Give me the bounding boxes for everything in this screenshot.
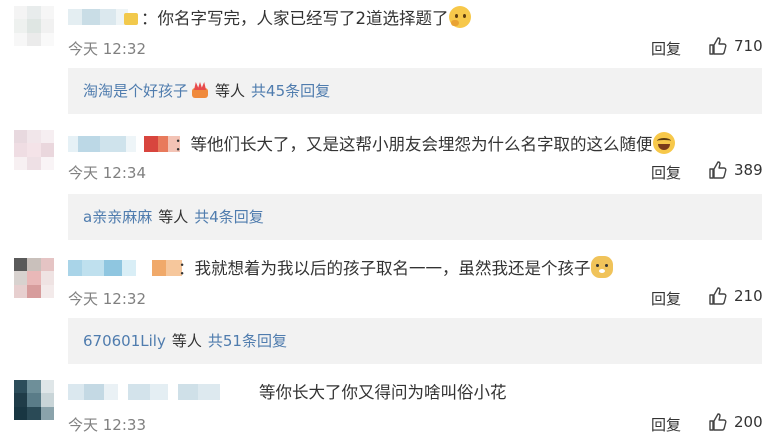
thumbs-up-icon: [709, 287, 727, 305]
comment-text: ：等他们长大了，又是这帮小朋友会埋怨为什么名字取的这么随便: [174, 132, 675, 156]
reply-preview[interactable]: 670601Lily 等人 共51条回复: [68, 318, 762, 364]
like-button[interactable]: 210: [708, 286, 763, 306]
reply-user-link[interactable]: 670601Lily: [83, 332, 166, 350]
like-button[interactable]: 710: [708, 36, 763, 56]
member-badge-icon: [124, 13, 138, 25]
comment: 等你长大了你又得问为啥叫俗小花 今天 12:33 回复 200: [0, 374, 780, 442]
thumbs-up-icon: [709, 161, 727, 179]
like-button[interactable]: 200: [708, 412, 763, 432]
comment-text: ：我就想着为我以后的孩子取名一一，虽然我还是个孩子: [178, 256, 613, 280]
reply-user-link[interactable]: a亲亲麻麻: [83, 208, 152, 226]
like-button[interactable]: 389: [708, 160, 763, 180]
username-blurred[interactable]: [68, 260, 182, 276]
comment-time: 今天 12:32: [68, 40, 146, 58]
comment-text: ：你名字写完，人家已经写了2道选择题了: [124, 6, 471, 30]
reply-preview[interactable]: a亲亲麻麻 等人 共4条回复: [68, 194, 762, 240]
like-count: 210: [734, 287, 763, 305]
thumbs-up-icon: [709, 413, 727, 431]
like-count: 389: [734, 161, 763, 179]
reply-button[interactable]: 回复: [651, 162, 681, 183]
doge-icon: [590, 256, 613, 278]
comment: ：你名字写完，人家已经写了2道选择题了 今天 12:32 回复 710 淘淘是个…: [0, 0, 780, 118]
comment-text: 等你长大了你又得问为啥叫俗小花: [259, 383, 507, 402]
comment-time: 今天 12:33: [68, 416, 146, 434]
reply-count-link[interactable]: 共45条回复: [251, 82, 330, 100]
comment: ：我就想着为我以后的孩子取名一一，虽然我还是个孩子 今天 12:32 回复 21…: [0, 250, 780, 368]
avatar[interactable]: [14, 130, 54, 170]
like-count: 200: [734, 413, 763, 431]
reply-button[interactable]: 回复: [651, 414, 681, 435]
username-blurred[interactable]: [68, 384, 220, 400]
crown-icon: [191, 82, 209, 98]
thumbs-up-icon: [709, 37, 727, 55]
username-blurred[interactable]: [68, 136, 180, 152]
reply-count-link[interactable]: 共51条回复: [208, 332, 287, 350]
comment: ：等他们长大了，又是这帮小朋友会埋怨为什么名字取的这么随便 今天 12:34 回…: [0, 124, 780, 242]
thinking-face-icon: [448, 6, 471, 28]
comment-time: 今天 12:32: [68, 290, 146, 308]
reply-user-link[interactable]: 淘淘是个好孩子: [83, 82, 188, 100]
laughing-tears-icon: [652, 132, 675, 154]
avatar[interactable]: [14, 258, 54, 298]
reply-button[interactable]: 回复: [651, 288, 681, 309]
reply-etc: 等人: [215, 82, 246, 100]
reply-etc: 等人: [158, 208, 189, 226]
like-count: 710: [734, 37, 763, 55]
reply-count-link[interactable]: 共4条回复: [194, 208, 264, 226]
avatar[interactable]: [14, 6, 54, 46]
avatar[interactable]: [14, 380, 54, 420]
reply-preview[interactable]: 淘淘是个好孩子 等人 共45条回复: [68, 68, 762, 114]
reply-etc: 等人: [171, 332, 202, 350]
username-blurred[interactable]: [68, 9, 128, 25]
comment-time: 今天 12:34: [68, 164, 146, 182]
reply-button[interactable]: 回复: [651, 38, 681, 59]
